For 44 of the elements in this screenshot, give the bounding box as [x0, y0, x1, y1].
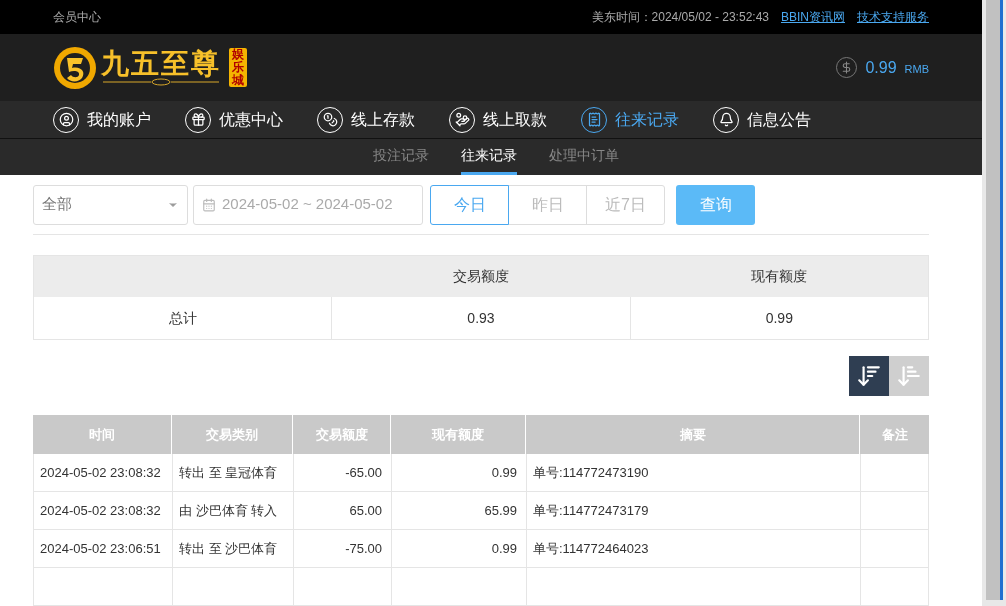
- nav-item[interactable]: 线上存款: [317, 106, 415, 133]
- summary-label: 总计: [167, 308, 198, 328]
- header-link[interactable]: 技术支持服务: [857, 8, 929, 27]
- logo-badge: 娱乐城: [229, 47, 247, 88]
- page-title: 会员中心: [53, 9, 101, 27]
- table-cell-text: 转出 至 沙巴体育: [179, 539, 278, 558]
- table-cell-text: 转出 至 皇冠体育: [179, 463, 278, 482]
- sort-descending-icon: [856, 363, 882, 389]
- currency-label: RMB: [904, 61, 929, 77]
- nav-item[interactable]: 信息公告: [713, 106, 811, 133]
- flourish-icon: [101, 77, 221, 86]
- clock-text: 美东时间：2024/05/02 - 23:52:43: [591, 9, 769, 27]
- table-cell-text: 单号:114772464023: [533, 539, 649, 558]
- summary-header: 交易额度: [452, 267, 510, 286]
- table-cell-text: -65.00: [345, 463, 382, 482]
- table-cell-text: 2024-05-02 23:08:32: [40, 501, 161, 520]
- sort-ascending-icon: [896, 363, 922, 389]
- table-cell-text: 单号:114772473190: [533, 463, 649, 482]
- nav-item[interactable]: 线上取款: [449, 106, 547, 133]
- nav-item[interactable]: 往来记录: [581, 106, 679, 133]
- category-select[interactable]: 全部: [33, 184, 188, 225]
- sub-tab[interactable]: 处理中订单: [549, 139, 619, 175]
- logo-text: 九五至尊: [101, 49, 221, 78]
- table-cell-text: 2024-05-02 23:06:51: [40, 539, 161, 558]
- table-cell-text: 0.99: [491, 463, 517, 482]
- summary-value: 0.93: [331, 297, 630, 339]
- summary-header: 现有额度: [750, 267, 808, 286]
- table-cell-text: 65.00: [349, 501, 382, 520]
- table-cell-text: 2024-05-02 23:08:32: [40, 463, 161, 482]
- table-cell-text: -75.00: [345, 539, 382, 558]
- sub-tab[interactable]: 投注记录: [373, 139, 429, 175]
- table-cell-text: 0.99: [491, 539, 517, 558]
- calendar-icon: [202, 197, 216, 212]
- table-cell-text: 单号:114772473179: [533, 501, 649, 520]
- sort-descending-button[interactable]: [849, 356, 889, 396]
- logo-icon: [53, 45, 97, 90]
- summary-value: 0.99: [629, 297, 928, 339]
- nav-item[interactable]: 优惠中心: [185, 106, 283, 133]
- table-cell-text: 65.99: [484, 501, 517, 520]
- table-cell-text: 由 沙巴体育 转入: [179, 501, 278, 520]
- balance-amount: 0.99: [865, 57, 897, 78]
- sub-tab[interactable]: 往来记录: [461, 139, 517, 175]
- header-link[interactable]: BBIN资讯网: [781, 8, 845, 27]
- nav-item[interactable]: 我的账户: [53, 106, 151, 133]
